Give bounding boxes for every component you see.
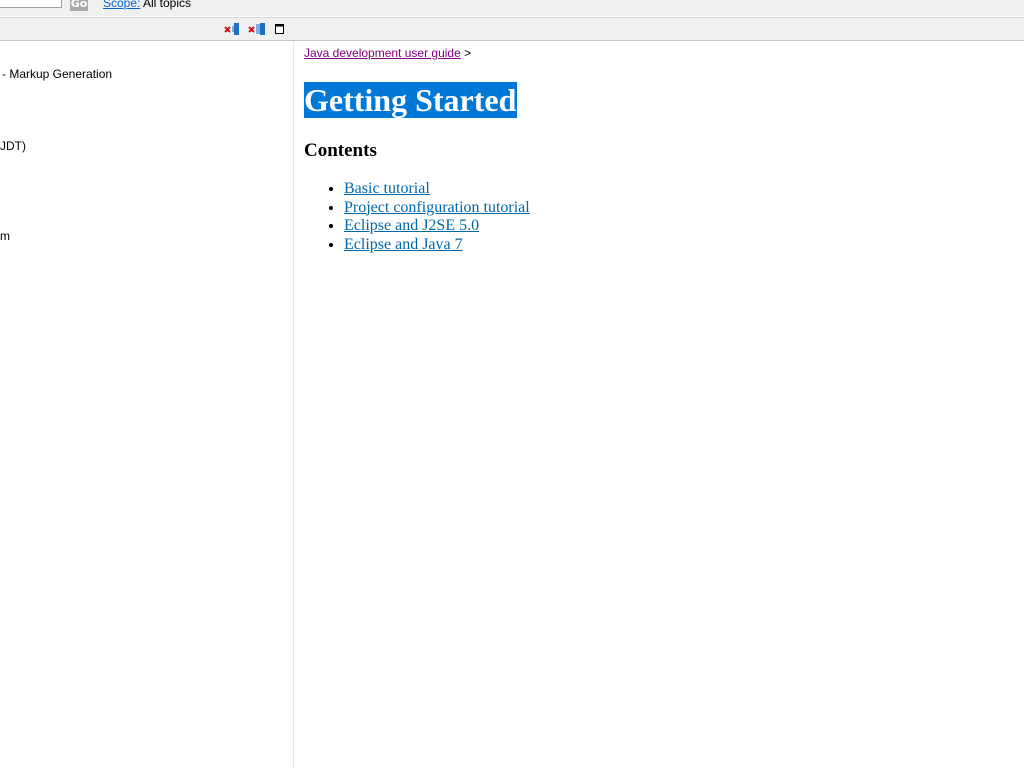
search-bar: Go Scope: All topics: [0, 0, 1024, 16]
eclipse-java7-link[interactable]: Eclipse and Java 7: [344, 236, 463, 253]
project-configuration-tutorial-link[interactable]: Project configuration tutorial: [344, 199, 530, 216]
toc-pane: - Markup Generation JDT) m: [0, 41, 294, 768]
breadcrumb: Java development user guide >: [304, 46, 471, 60]
breadcrumb-link[interactable]: Java development user guide: [304, 46, 461, 60]
toc-item[interactable]: JDT): [0, 139, 26, 153]
go-button[interactable]: Go: [70, 0, 88, 11]
eclipse-j2se-link[interactable]: Eclipse and J2SE 5.0: [344, 217, 479, 234]
remove-all-bookmarks-icon[interactable]: [246, 21, 268, 37]
list-item: Project configuration tutorial: [344, 199, 530, 218]
remove-bookmark-icon[interactable]: [222, 21, 244, 37]
contents-list: Basic tutorial Project configuration tut…: [304, 180, 530, 254]
page-title: Getting Started: [304, 82, 518, 118]
list-item: Basic tutorial: [344, 180, 530, 199]
breadcrumb-separator: >: [464, 46, 472, 60]
toc-item[interactable]: - Markup Generation: [2, 67, 112, 81]
contents-heading: Contents: [304, 140, 377, 161]
basic-tutorial-link[interactable]: Basic tutorial: [344, 180, 430, 197]
scope-value: All topics: [143, 0, 192, 10]
search-input[interactable]: [0, 0, 62, 8]
scope-link[interactable]: Scope:: [103, 0, 140, 10]
toc-toolbar: [0, 17, 1024, 41]
list-item: Eclipse and J2SE 5.0: [344, 217, 530, 236]
toc-item[interactable]: m: [0, 229, 10, 243]
list-item: Eclipse and Java 7: [344, 236, 530, 255]
maximize-icon[interactable]: [273, 21, 287, 37]
